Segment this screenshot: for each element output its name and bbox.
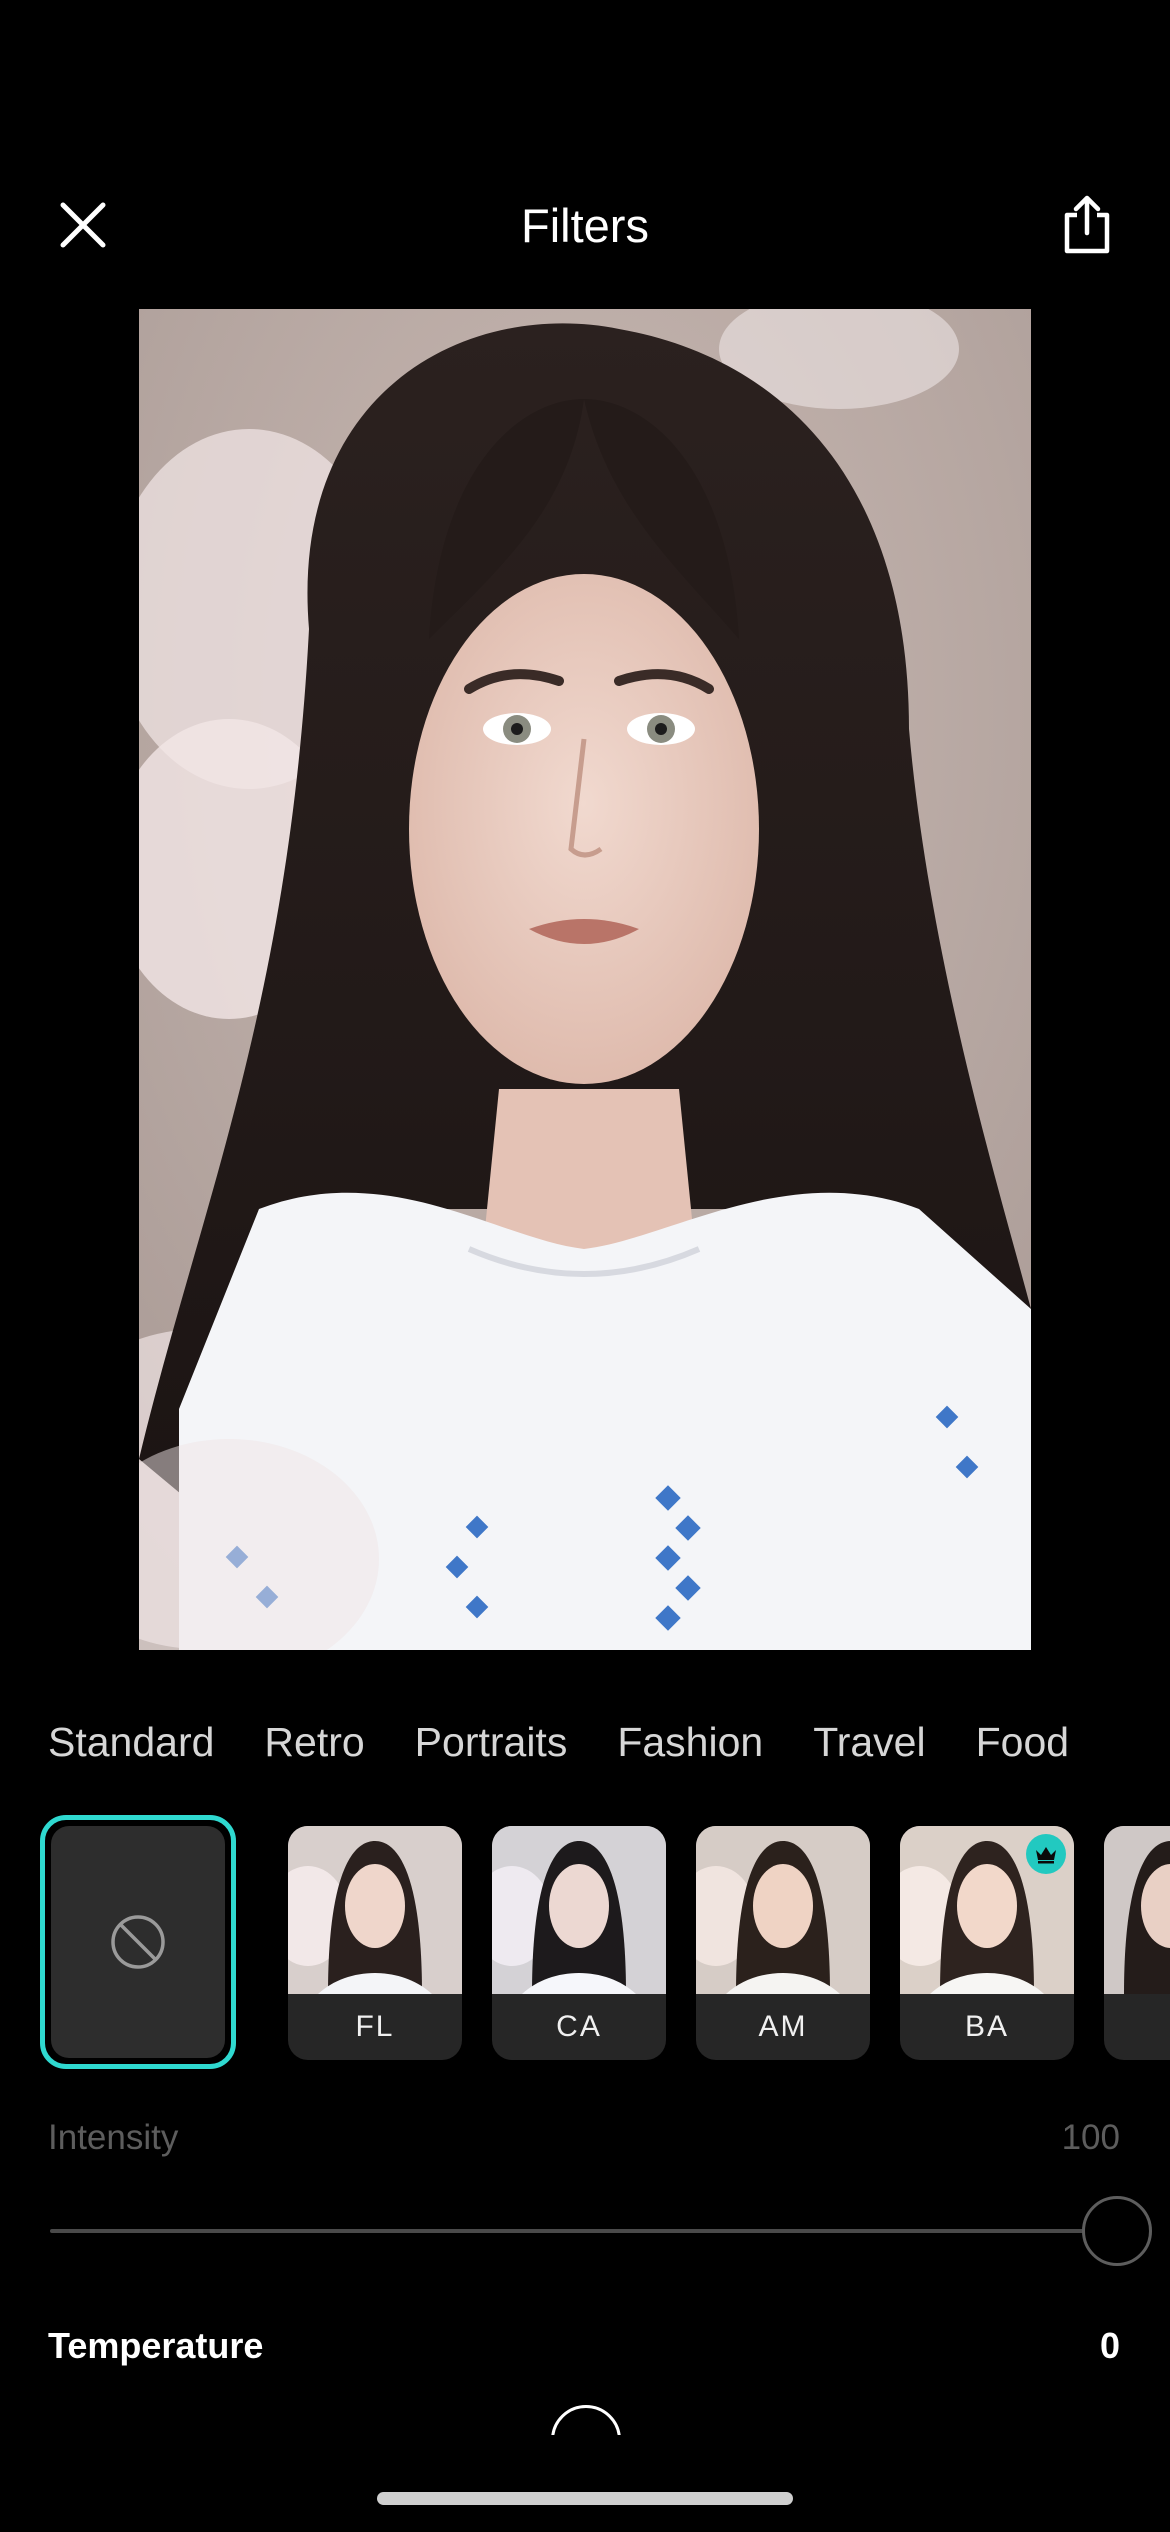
filter-preview-image [1104,1826,1170,1994]
tab-travel[interactable]: Travel [813,1719,925,1766]
filter-label: FL [355,2010,395,2043]
filter-preview-image [696,1826,870,1994]
portrait-photo [139,309,1031,1650]
share-icon [1064,195,1110,254]
filter-thumb-ca[interactable]: CA [492,1826,666,2060]
filters-screen: Filters Standard Retro Portraits Fashion… [0,0,1170,2532]
filter-thumb-ba[interactable]: BA [900,1826,1074,2060]
no-filter-button[interactable] [40,1815,236,2069]
filter-preview-image [492,1826,666,1994]
filter-thumb-next[interactable] [1104,1826,1170,2060]
home-indicator [377,2492,793,2505]
filter-preview-image [288,1826,462,1994]
filter-thumb-fl[interactable]: FL [288,1826,462,2060]
temperature-dial-arc [551,2405,621,2435]
temperature-value: 0 [1099,2325,1120,2366]
crown-icon [1036,1847,1056,1864]
filter-label [1104,1994,1170,2060]
tab-fashion[interactable]: Fashion [617,1719,763,1766]
filter-label: AM [758,2010,808,2043]
header-bar: Filters [0,170,1170,280]
temperature-label: Temperature [48,2325,264,2366]
intensity-slider-track[interactable] [50,2229,1122,2233]
filter-category-tabs: Standard Retro Portraits Fashion Travel … [48,1712,1119,1772]
tab-food[interactable]: Food [976,1719,1069,1766]
temperature-dial[interactable] [551,2405,621,2435]
premium-badge [1026,1834,1066,1874]
no-filter-tile [51,1826,225,2058]
share-button[interactable] [1052,190,1122,260]
filter-thumbnail-strip: FL CA AM BA [0,1815,1170,2075]
tab-retro[interactable]: Retro [264,1719,364,1766]
photo-preview [139,309,1031,1650]
intensity-value: 100 [1061,2118,1120,2157]
filter-label: BA [964,2010,1010,2043]
intensity-label: Intensity [48,2118,179,2157]
no-filter-icon [111,1915,165,1969]
tab-standard[interactable]: Standard [48,1719,214,1766]
filter-thumb-am[interactable]: AM [696,1826,870,2060]
intensity-slider-knob[interactable] [1082,2196,1152,2266]
filter-label: CA [556,2010,602,2043]
page-title: Filters [521,199,649,252]
tab-portraits[interactable]: Portraits [415,1719,568,1766]
